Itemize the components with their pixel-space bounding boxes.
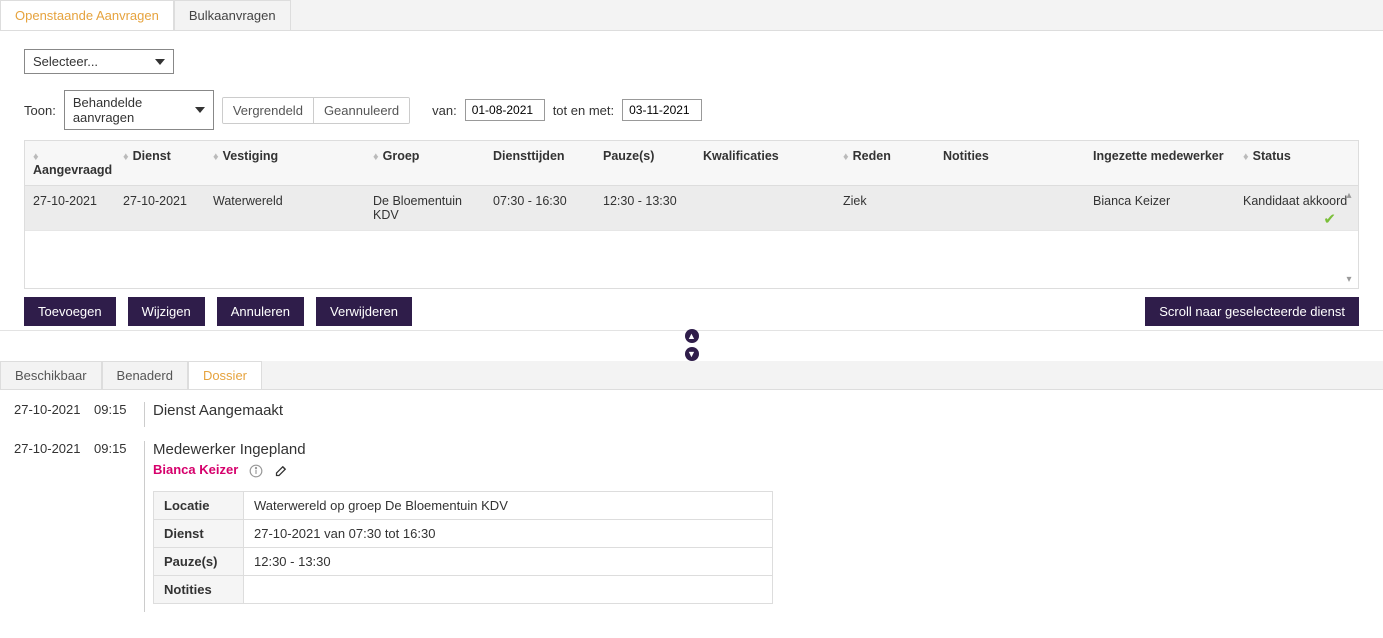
- cell-kwalificaties: [695, 186, 835, 230]
- event-time: 09:15: [94, 441, 142, 456]
- col-groep[interactable]: ♦ Groep: [365, 141, 485, 185]
- col-status[interactable]: ♦ Status: [1235, 141, 1358, 185]
- splitter-buttons: ▲ ▼: [685, 329, 699, 361]
- cell-dienst: 27-10-2021: [115, 186, 205, 230]
- cell-aangevraagd: 27-10-2021: [25, 186, 115, 230]
- detail-label-locatie: Locatie: [154, 491, 244, 519]
- col-label: Groep: [383, 149, 420, 163]
- cell-reden: Ziek: [835, 186, 935, 230]
- chip-geannuleerd[interactable]: Geannuleerd: [314, 98, 409, 123]
- detail-value-notities: [244, 575, 773, 603]
- chevron-down-icon: [155, 59, 165, 65]
- subtab-dossier[interactable]: Dossier: [188, 361, 262, 389]
- collapse-up-button[interactable]: ▲: [685, 329, 699, 343]
- wijzigen-button[interactable]: Wijzigen: [128, 297, 205, 326]
- dossier-event: 27-10-2021 09:15 Medewerker Ingepland Bi…: [14, 441, 1369, 612]
- info-icon[interactable]: [248, 463, 264, 479]
- event-title: Medewerker Ingepland: [153, 441, 1369, 458]
- col-label: Pauze(s): [603, 149, 654, 163]
- cell-groep: De Bloementuin KDV: [365, 186, 485, 230]
- subtab-benaderd[interactable]: Benaderd: [102, 361, 188, 389]
- select-toon-dropdown[interactable]: Behandelde aanvragen: [64, 90, 214, 130]
- col-label: Dienst: [133, 149, 171, 163]
- detail-value-pauzes: 12:30 - 13:30: [244, 547, 773, 575]
- col-reden[interactable]: ♦ Reden: [835, 141, 935, 185]
- cell-vestiging: Waterwereld: [205, 186, 365, 230]
- col-medewerker[interactable]: Ingezette medewerker: [1085, 141, 1235, 185]
- subtab-beschikbaar[interactable]: Beschikbaar: [0, 361, 102, 389]
- detail-value-dienst: 27-10-2021 van 07:30 tot 16:30: [244, 519, 773, 547]
- status-chip-group: Vergrendeld Geannuleerd: [222, 97, 410, 124]
- col-dienst[interactable]: ♦ Dienst: [115, 141, 205, 185]
- chevron-down-icon: [195, 107, 205, 113]
- date-to-input[interactable]: [622, 99, 702, 121]
- toevoegen-button[interactable]: Toevoegen: [24, 297, 116, 326]
- col-kwalificaties[interactable]: Kwalificaties: [695, 141, 835, 185]
- event-title: Dienst Aangemaakt: [153, 402, 1369, 419]
- select-action-dropdown[interactable]: Selecteer...: [24, 49, 174, 74]
- edit-icon[interactable]: [274, 463, 290, 479]
- sort-icon: ♦: [373, 152, 379, 163]
- cell-medewerker: Bianca Keizer: [1085, 186, 1235, 230]
- timeline-separator: [144, 402, 145, 427]
- detail-label-notities: Notities: [154, 575, 244, 603]
- sort-icon: ♦: [123, 152, 129, 163]
- cell-diensttijden: 07:30 - 16:30: [485, 186, 595, 230]
- col-label: Kwalificaties: [703, 149, 779, 163]
- col-label: Reden: [853, 149, 891, 163]
- sort-icon: ♦: [33, 152, 39, 163]
- table-empty-area: ▾: [25, 230, 1358, 288]
- col-notities[interactable]: Notities: [935, 141, 1085, 185]
- detail-label-pauzes: Pauze(s): [154, 547, 244, 575]
- event-date: 27-10-2021: [14, 402, 94, 417]
- scroll-to-selected-button[interactable]: Scroll naar geselecteerde dienst: [1145, 297, 1359, 326]
- detail-tabs: Beschikbaar Benaderd Dossier: [0, 361, 1383, 390]
- check-icon: ✔: [1323, 210, 1336, 228]
- col-label: Status: [1253, 149, 1291, 163]
- col-label: Ingezette medewerker: [1093, 149, 1224, 163]
- event-detail-table: Locatie Waterwereld op groep De Bloement…: [153, 491, 773, 604]
- action-bar: Toevoegen Wijzigen Annuleren Verwijderen…: [0, 289, 1383, 331]
- col-label: Diensttijden: [493, 149, 565, 163]
- scroll-down-arrow[interactable]: ▾: [1342, 272, 1356, 286]
- employee-link[interactable]: Bianca Keizer: [153, 462, 238, 477]
- annuleren-button[interactable]: Annuleren: [217, 297, 304, 326]
- event-date: 27-10-2021: [14, 441, 94, 456]
- date-from-input[interactable]: [465, 99, 545, 121]
- verwijderen-button[interactable]: Verwijderen: [316, 297, 412, 326]
- tab-bulkaanvragen[interactable]: Bulkaanvragen: [174, 0, 291, 30]
- collapse-down-button[interactable]: ▼: [685, 347, 699, 361]
- timeline-separator: [144, 441, 145, 612]
- cell-notities: [935, 186, 1085, 230]
- table-header: ♦Aangevraagd ♦Dienst ♦Vestiging ♦Groep D…: [25, 140, 1358, 186]
- dossier-panel: 27-10-2021 09:15 Dienst Aangemaakt 27-10…: [0, 390, 1383, 638]
- col-label: Notities: [943, 149, 989, 163]
- tot-label: tot en met:: [553, 103, 614, 118]
- dossier-event: 27-10-2021 09:15 Dienst Aangemaakt: [14, 402, 1369, 427]
- cell-status: Kandidaat akkoord: [1235, 186, 1358, 230]
- event-time: 09:15: [94, 402, 142, 417]
- chip-vergrendeld[interactable]: Vergrendeld: [223, 98, 314, 123]
- select-action-placeholder: Selecteer...: [33, 54, 98, 69]
- col-label: Vestiging: [223, 149, 279, 163]
- sort-icon: ♦: [1243, 152, 1249, 163]
- table-row[interactable]: 27-10-2021 27-10-2021 Waterwereld De Blo…: [25, 186, 1358, 230]
- cell-pauzes: 12:30 - 13:30: [595, 186, 695, 230]
- van-label: van:: [432, 103, 457, 118]
- sort-icon: ♦: [843, 152, 849, 163]
- col-label: Aangevraagd: [33, 163, 112, 177]
- col-vestiging[interactable]: ♦ Vestiging: [205, 141, 365, 185]
- detail-label-dienst: Dienst: [154, 519, 244, 547]
- toon-label: Toon:: [24, 103, 56, 118]
- requests-table: ♦Aangevraagd ♦Dienst ♦Vestiging ♦Groep D…: [24, 140, 1359, 289]
- detail-value-locatie: Waterwereld op groep De Bloementuin KDV: [244, 491, 773, 519]
- select-toon-value: Behandelde aanvragen: [73, 95, 187, 125]
- col-pauzes[interactable]: Pauze(s): [595, 141, 695, 185]
- tab-openstaande-aanvragen[interactable]: Openstaande Aanvragen: [0, 0, 174, 30]
- col-diensttijden[interactable]: Diensttijden: [485, 141, 595, 185]
- col-aangevraagd[interactable]: ♦Aangevraagd: [25, 141, 115, 185]
- sort-icon: ♦: [213, 152, 219, 163]
- scroll-up-arrow[interactable]: ▴: [1342, 188, 1356, 202]
- main-tabs: Openstaande Aanvragen Bulkaanvragen: [0, 0, 1383, 31]
